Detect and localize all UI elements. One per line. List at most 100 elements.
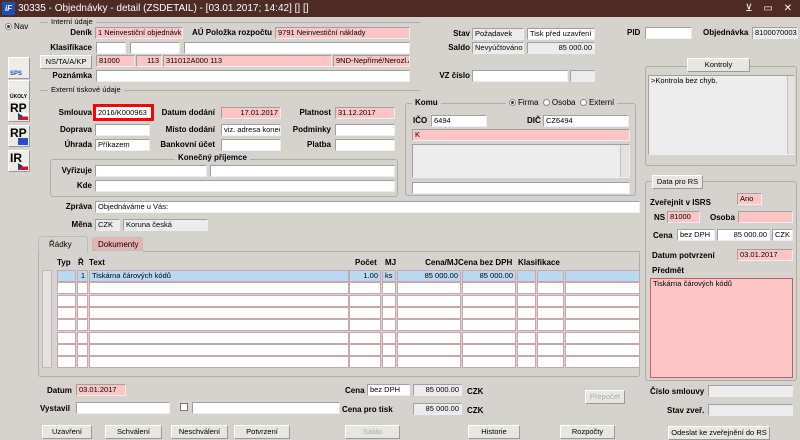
window-controls[interactable]: ⊻ ▭ ✕ (745, 0, 796, 17)
datum-field[interactable]: 03.01.2017 (76, 384, 126, 396)
rozpocty-button[interactable]: Rozpočty (560, 425, 615, 439)
zprava-field[interactable]: Objednáváme u Vás: (95, 201, 640, 213)
au-field[interactable]: 9791 Neinvestiční náklady (275, 27, 410, 39)
schvaleni-button[interactable]: Schválení (105, 425, 162, 439)
table-cell-pocet[interactable] (349, 294, 381, 307)
vyrizuje-field-2[interactable] (210, 165, 395, 177)
table-cell-cena_mj[interactable] (397, 294, 461, 307)
table-cell-typ[interactable] (57, 282, 76, 295)
kp-field[interactable]: 9ND-Nepřímé/Nerozl./Н (333, 55, 410, 67)
table-cell-pocet[interactable]: 1.00 (349, 270, 381, 282)
table-cell[interactable] (537, 306, 564, 319)
table-cell-cena_bez[interactable] (462, 319, 516, 332)
podminky-field[interactable] (335, 124, 395, 136)
table-cell[interactable] (517, 343, 536, 356)
vystavil-name-field[interactable] (192, 402, 340, 414)
table-cell-text[interactable]: Tiskárna čárových kódů (89, 270, 349, 282)
table-cell-text[interactable] (89, 319, 349, 332)
table-cell[interactable] (565, 306, 640, 319)
table-cell-cena_bez[interactable] (462, 294, 516, 307)
table-cell-cena_mj[interactable] (397, 331, 461, 344)
rs-ns-field[interactable]: 81000 (667, 211, 700, 223)
tasks-icon[interactable]: ÚKOLY (8, 80, 30, 102)
kde-field[interactable] (95, 180, 395, 192)
table-cell-typ[interactable] (57, 294, 76, 307)
table-cell-mj[interactable] (382, 294, 396, 307)
table-cell[interactable] (517, 270, 536, 282)
table-cell-r[interactable]: 1 (77, 270, 88, 282)
klasifikace-field-3[interactable] (184, 42, 410, 54)
tab-dokumenty[interactable]: Dokumenty (92, 237, 143, 251)
pid-field[interactable] (645, 27, 692, 39)
table-cell[interactable] (517, 319, 536, 332)
predmet-field[interactable]: Tiskárna čárových kódů (650, 278, 793, 378)
tab-radky[interactable]: Řádky (38, 236, 88, 252)
table-cell-cena_bez[interactable] (462, 331, 516, 344)
potvrzeni-button[interactable]: Potvrzení (234, 425, 290, 439)
denik-field[interactable]: 1 Neinvestiční objednávk (95, 27, 183, 39)
address-scrollbar[interactable] (620, 145, 629, 177)
rs-cena-field[interactable]: 85 000.00 (717, 229, 770, 241)
zverejnit-field[interactable]: Ano (737, 193, 762, 205)
table-cell-typ[interactable] (57, 306, 76, 319)
table-cell-r[interactable] (77, 343, 88, 356)
table-cell-typ[interactable] (57, 343, 76, 356)
table-cell-text[interactable] (89, 343, 349, 356)
table-cell-mj[interactable] (382, 319, 396, 332)
rs-datum-field[interactable]: 03.01.2017 (737, 249, 793, 261)
uzavreni-button[interactable]: Uzavření (42, 425, 92, 439)
klasifikace-field-2[interactable] (130, 42, 180, 54)
table-cell-text[interactable] (89, 306, 349, 319)
table-cell[interactable] (565, 319, 640, 332)
misto-field[interactable]: viz. adresa konečného (221, 124, 281, 136)
table-cell[interactable] (537, 319, 564, 332)
table-cell[interactable] (565, 270, 640, 282)
table-cell[interactable] (565, 343, 640, 356)
saldo-button[interactable]: Saldo (345, 425, 400, 439)
table-cell[interactable] (565, 331, 640, 344)
checkbox[interactable] (180, 403, 188, 411)
vz-field[interactable] (472, 70, 568, 82)
table-cell-mj[interactable] (382, 356, 396, 369)
table-cell-cena_bez[interactable] (462, 343, 516, 356)
sps-icon[interactable]: SPS (8, 57, 30, 79)
table-cell[interactable] (537, 282, 564, 295)
table-cell-typ[interactable] (57, 331, 76, 344)
data-pro-rs-button[interactable]: Data pro RS (652, 175, 703, 189)
table-cell-mj[interactable] (382, 343, 396, 356)
send-to-rs-button[interactable]: Odeslat ke zveřejnění do RS (668, 426, 770, 440)
table-cell-mj[interactable]: ks (382, 270, 396, 282)
table-cell-r[interactable] (77, 282, 88, 295)
table-cell[interactable] (517, 294, 536, 307)
rs-mena-field[interactable]: CZK (772, 229, 793, 241)
platnost-field[interactable]: 31.12.2017 (335, 107, 395, 119)
table-cell[interactable] (537, 270, 564, 282)
historie-button[interactable]: Historie (468, 425, 520, 439)
table-scrollbar[interactable] (42, 270, 52, 368)
table-cell-cena_bez[interactable] (462, 282, 516, 295)
platba-field[interactable] (335, 139, 395, 151)
table-cell-text[interactable] (89, 294, 349, 307)
komu-extra-field[interactable] (412, 182, 630, 194)
table-cell[interactable] (565, 282, 640, 295)
vystavil-field[interactable] (76, 402, 170, 414)
table-cell-mj[interactable] (382, 331, 396, 344)
table-cell-pocet[interactable] (349, 331, 381, 344)
table-cell[interactable] (565, 294, 640, 307)
doprava-field[interactable] (95, 124, 150, 136)
table-cell[interactable] (537, 343, 564, 356)
rp-eu-icon[interactable]: RP (8, 125, 30, 147)
smlouva-field[interactable]: 2016/K000963 (93, 104, 154, 121)
table-cell[interactable] (517, 306, 536, 319)
poznamka-field[interactable] (96, 70, 410, 82)
rs-osoba-field[interactable] (738, 211, 793, 223)
table-cell-pocet[interactable] (349, 343, 381, 356)
uhrada-field[interactable]: Příkazem (95, 139, 150, 151)
table-cell-cena_mj[interactable] (397, 356, 461, 369)
table-cell-r[interactable] (77, 356, 88, 369)
radio-externi[interactable]: Externí (579, 98, 614, 107)
table-cell[interactable] (517, 356, 536, 369)
table-cell-mj[interactable] (382, 306, 396, 319)
table-cell[interactable] (537, 356, 564, 369)
table-cell-typ[interactable] (57, 356, 76, 369)
